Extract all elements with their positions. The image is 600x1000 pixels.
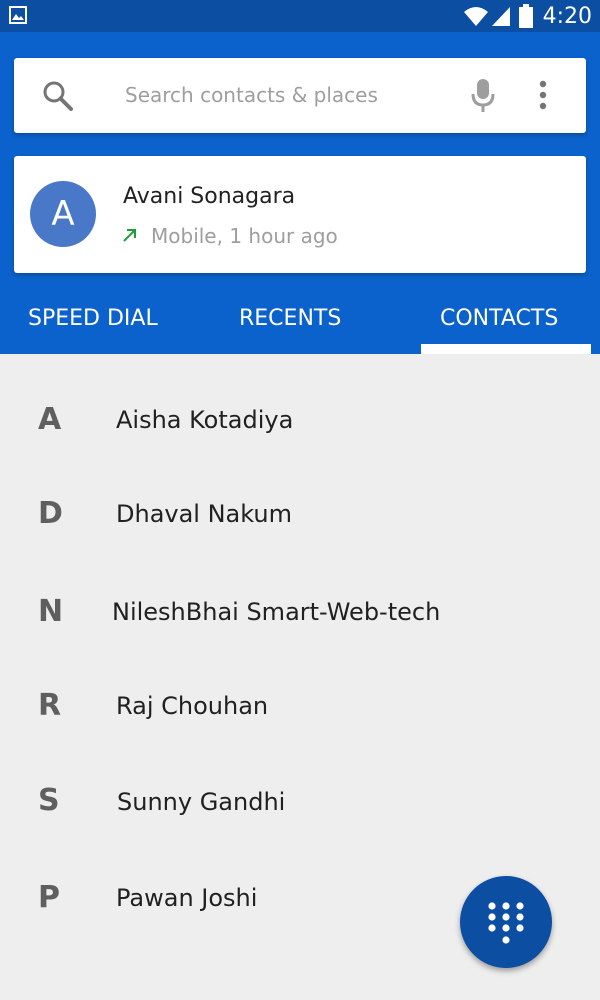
recent-call-detail: Mobile, 1 hour ago bbox=[151, 224, 338, 248]
tab-speed-dial[interactable]: SPEED DIAL bbox=[28, 306, 158, 331]
recent-call-name: Avani Sonagara bbox=[123, 184, 296, 209]
battery-icon bbox=[518, 4, 533, 28]
dialer-header: Search contacts & places A Avani Sonagar… bbox=[0, 32, 600, 354]
dialpad-icon bbox=[488, 902, 524, 944]
list-item[interactable]: N NileshBhai Smart-Web-tech bbox=[0, 588, 600, 684]
tab-recents[interactable]: RECENTS bbox=[239, 306, 341, 331]
contact-name[interactable]: Raj Chouhan bbox=[116, 692, 268, 720]
contact-name[interactable]: Aisha Kotadiya bbox=[116, 406, 293, 434]
search-bar[interactable]: Search contacts & places bbox=[14, 58, 586, 133]
status-bar: 4:20 bbox=[0, 0, 600, 32]
status-clock: 4:20 bbox=[542, 3, 592, 29]
wifi-icon bbox=[463, 7, 488, 26]
section-letter: D bbox=[38, 496, 63, 531]
section-letter: R bbox=[38, 688, 62, 723]
contact-name[interactable]: NileshBhai Smart-Web-tech bbox=[112, 598, 440, 626]
recent-call-card[interactable]: A Avani Sonagara Mobile, 1 hour ago bbox=[14, 156, 586, 273]
list-item[interactable]: R Raj Chouhan bbox=[0, 682, 600, 778]
contact-name[interactable]: Pawan Joshi bbox=[116, 884, 257, 912]
list-item[interactable]: D Dhaval Nakum bbox=[0, 490, 600, 586]
list-item[interactable]: S Sunny Gandhi bbox=[0, 777, 600, 873]
avatar[interactable]: A bbox=[30, 181, 96, 247]
section-letter: S bbox=[38, 783, 60, 818]
search-input[interactable]: Search contacts & places bbox=[125, 83, 378, 107]
dialpad-button[interactable] bbox=[460, 876, 552, 968]
section-letter: N bbox=[38, 594, 64, 629]
image-notification-icon bbox=[9, 6, 27, 24]
section-letter: A bbox=[38, 402, 62, 437]
signal-icon bbox=[491, 7, 510, 26]
tab-contacts[interactable]: CONTACTS bbox=[440, 306, 558, 331]
list-item[interactable]: A Aisha Kotadiya bbox=[0, 396, 600, 492]
search-icon[interactable] bbox=[42, 80, 74, 112]
contact-name[interactable]: Sunny Gandhi bbox=[117, 788, 285, 816]
tab-selected-indicator bbox=[421, 344, 591, 354]
tab-bar: SPEED DIAL RECENTS CONTACTS bbox=[0, 294, 600, 354]
mic-icon[interactable] bbox=[471, 78, 495, 114]
section-letter: P bbox=[38, 880, 60, 915]
contact-name[interactable]: Dhaval Nakum bbox=[116, 500, 292, 528]
more-vert-icon[interactable] bbox=[538, 80, 548, 110]
outgoing-call-arrow-icon bbox=[123, 229, 136, 242]
